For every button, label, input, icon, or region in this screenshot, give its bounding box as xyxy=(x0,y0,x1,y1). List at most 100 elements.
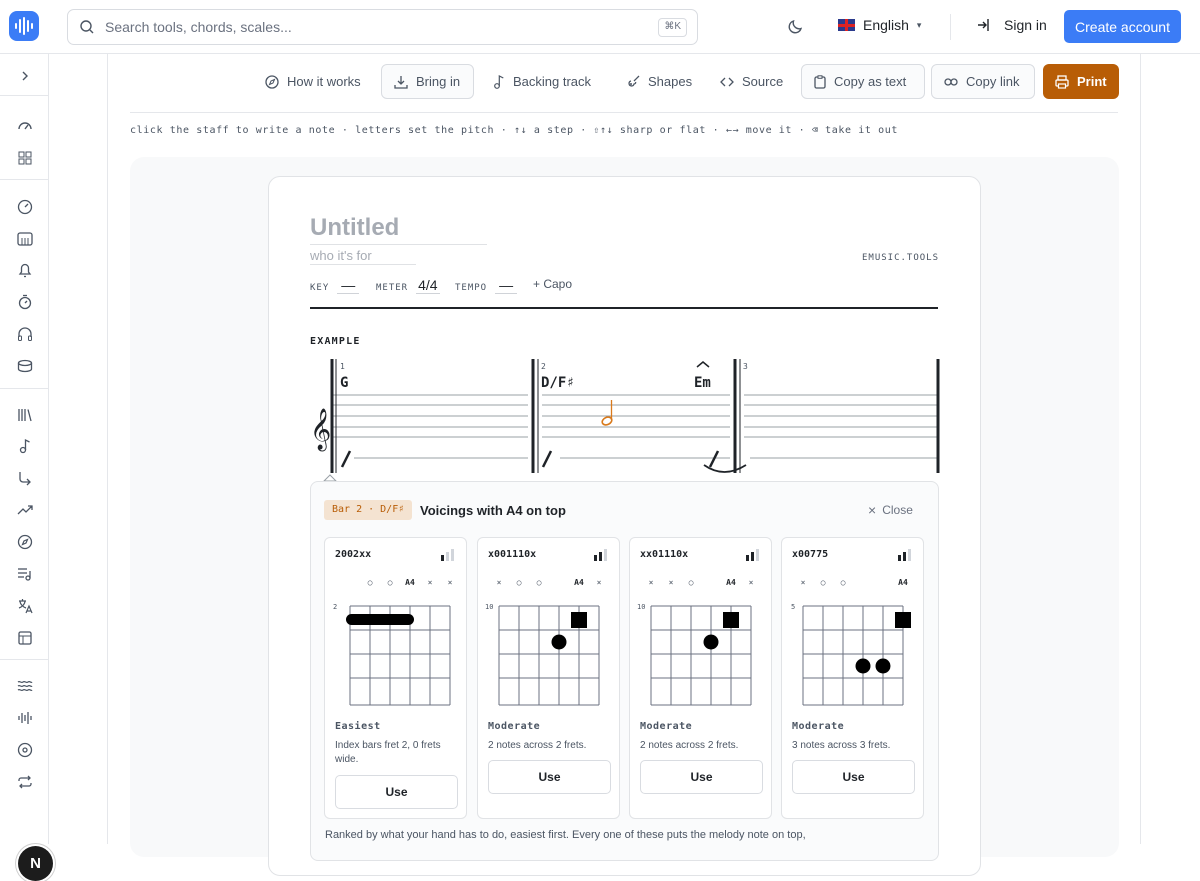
app-logo-icon[interactable] xyxy=(9,11,39,41)
use-voicing-button[interactable]: Use xyxy=(488,760,611,794)
chord-symbol[interactable]: Em xyxy=(694,375,711,391)
chord-symbol[interactable]: D/F♯ xyxy=(541,375,575,391)
waves-icon[interactable] xyxy=(16,677,34,695)
bell-icon[interactable] xyxy=(16,261,34,279)
title-input[interactable]: Untitled xyxy=(310,214,487,245)
sidebar-separator xyxy=(0,179,48,180)
compass-icon[interactable] xyxy=(16,533,34,551)
download-icon xyxy=(394,75,408,89)
meter-field[interactable]: METER 4/4 xyxy=(376,277,440,294)
bring-in-button[interactable]: Bring in xyxy=(381,64,474,99)
use-voicing-button[interactable]: Use xyxy=(792,760,915,794)
string-mark: ○ xyxy=(388,578,393,587)
compass-icon xyxy=(265,74,279,89)
keyboard-hint: click the staff to write a note · letter… xyxy=(130,125,898,136)
key-value[interactable]: — xyxy=(337,277,360,294)
compass-dial-icon[interactable] xyxy=(16,198,34,216)
string-mark: ○ xyxy=(821,578,826,587)
close-panel-button[interactable]: × Close xyxy=(868,502,913,518)
string-mark: ○ xyxy=(841,578,846,587)
print-button[interactable]: Print xyxy=(1043,64,1119,99)
drum-icon[interactable] xyxy=(16,357,34,375)
close-icon: × xyxy=(868,502,877,518)
gauge-icon[interactable] xyxy=(16,117,34,135)
language-select[interactable]: English ▾ xyxy=(838,17,921,33)
piano-icon[interactable] xyxy=(16,230,34,248)
string-mark: × xyxy=(448,578,453,587)
string-mark: × xyxy=(669,578,674,587)
sidebar-separator xyxy=(0,659,48,660)
clipboard-icon xyxy=(814,74,826,89)
shapes-button[interactable]: Shapes xyxy=(614,64,704,99)
finger-dot xyxy=(875,658,891,674)
treble-clef-icon: 𝄞 xyxy=(310,408,331,451)
difficulty-bars-icon xyxy=(746,549,759,561)
copy-link-button[interactable]: Copy link xyxy=(931,64,1035,99)
language-label: English xyxy=(863,17,909,33)
chevron-down-icon: ▾ xyxy=(916,19,922,30)
chord-symbol[interactable]: G xyxy=(340,375,348,391)
staff[interactable]: 𝄞 1 G 2 D/F♯ 3 Em xyxy=(306,355,946,485)
theme-toggle-moon-icon[interactable] xyxy=(787,17,805,40)
subtitle-input[interactable]: who it's for xyxy=(310,248,416,265)
tempo-value[interactable]: — xyxy=(495,277,518,294)
tempo-field[interactable]: TEMPO — xyxy=(455,277,518,294)
bar-number: 1 xyxy=(340,362,345,371)
voicing-card[interactable]: x001110x × ○ ○ A4 × 10 Moderate 2 notes … xyxy=(477,537,620,819)
add-capo-button[interactable]: + Capo xyxy=(533,277,572,291)
key-field[interactable]: KEY — xyxy=(310,277,360,294)
melody-note-a4[interactable] xyxy=(601,400,613,426)
voicing-code: x00775 xyxy=(792,549,829,560)
headphones-icon[interactable] xyxy=(16,325,34,343)
chord-diagram: ○ ○ A4 × × 2 xyxy=(333,578,453,706)
melody-finger-marker xyxy=(895,612,911,628)
bar-number: 3 xyxy=(743,362,748,371)
search-input[interactable]: Search tools, chords, scales... ⌘K xyxy=(67,9,698,45)
string-mark: × xyxy=(649,578,654,587)
translate-icon[interactable] xyxy=(16,597,34,615)
search-placeholder: Search tools, chords, scales... xyxy=(105,19,292,35)
voicing-code: x001110x xyxy=(488,549,537,560)
top-bar: Search tools, chords, scales... ⌘K Engli… xyxy=(0,0,1200,54)
timer-icon[interactable] xyxy=(16,293,34,311)
grid-icon[interactable] xyxy=(16,149,34,167)
how-it-works-button[interactable]: How it works xyxy=(253,64,373,99)
source-button[interactable]: Source xyxy=(708,64,795,99)
fret-number: 5 xyxy=(791,603,795,611)
brand-mark: EMUSIC.TOOLS xyxy=(862,253,940,263)
copy-as-text-button[interactable]: Copy as text xyxy=(801,64,925,99)
backing-track-button[interactable]: Backing track xyxy=(481,64,603,99)
difficulty-label: Moderate xyxy=(640,721,693,732)
use-voicing-button[interactable]: Use xyxy=(640,760,763,794)
music-note-icon[interactable] xyxy=(16,437,34,455)
search-shortcut: ⌘K xyxy=(658,18,687,37)
signin-link[interactable]: Sign in xyxy=(976,17,1047,33)
create-account-button[interactable]: Create account xyxy=(1064,10,1181,43)
user-avatar[interactable]: N xyxy=(18,846,53,881)
voicing-description: 2 notes across 2 frets. xyxy=(640,740,739,751)
voicing-code: xx01110x xyxy=(640,549,689,560)
voicing-card[interactable]: 2002xx ○ ○ A4 × × 2 Easiest Index bars f… xyxy=(324,537,467,819)
voicing-code: 2002xx xyxy=(335,549,372,560)
chord-diagram: × ○ ○ A4 5 xyxy=(791,578,911,706)
use-voicing-button[interactable]: Use xyxy=(335,775,458,809)
trending-up-icon[interactable] xyxy=(16,501,34,519)
voicing-card[interactable]: x00775 × ○ ○ A4 5 Moderate 3 notes acros… xyxy=(781,537,924,819)
melody-finger-marker xyxy=(723,612,739,628)
shapes-label: Shapes xyxy=(648,74,693,89)
library-icon[interactable] xyxy=(16,406,34,424)
table-icon[interactable] xyxy=(16,629,34,647)
code-icon xyxy=(720,77,734,86)
route-icon[interactable] xyxy=(16,469,34,487)
disc-icon[interactable] xyxy=(16,741,34,759)
audio-wave-icon[interactable] xyxy=(16,709,34,727)
finger-dot xyxy=(703,634,719,650)
bar-tag: Bar 2 · D/F♯ xyxy=(324,500,413,520)
meter-value[interactable]: 4/4 xyxy=(416,277,440,294)
printer-icon xyxy=(1055,74,1069,89)
repeat-icon[interactable] xyxy=(16,773,34,791)
expand-sidebar-chevron-icon[interactable] xyxy=(16,67,34,85)
main-border-left xyxy=(107,54,108,844)
list-music-icon[interactable] xyxy=(16,565,34,583)
voicing-card[interactable]: xx01110x × × ○ A4 × 10 Moderate 2 notes … xyxy=(629,537,772,819)
